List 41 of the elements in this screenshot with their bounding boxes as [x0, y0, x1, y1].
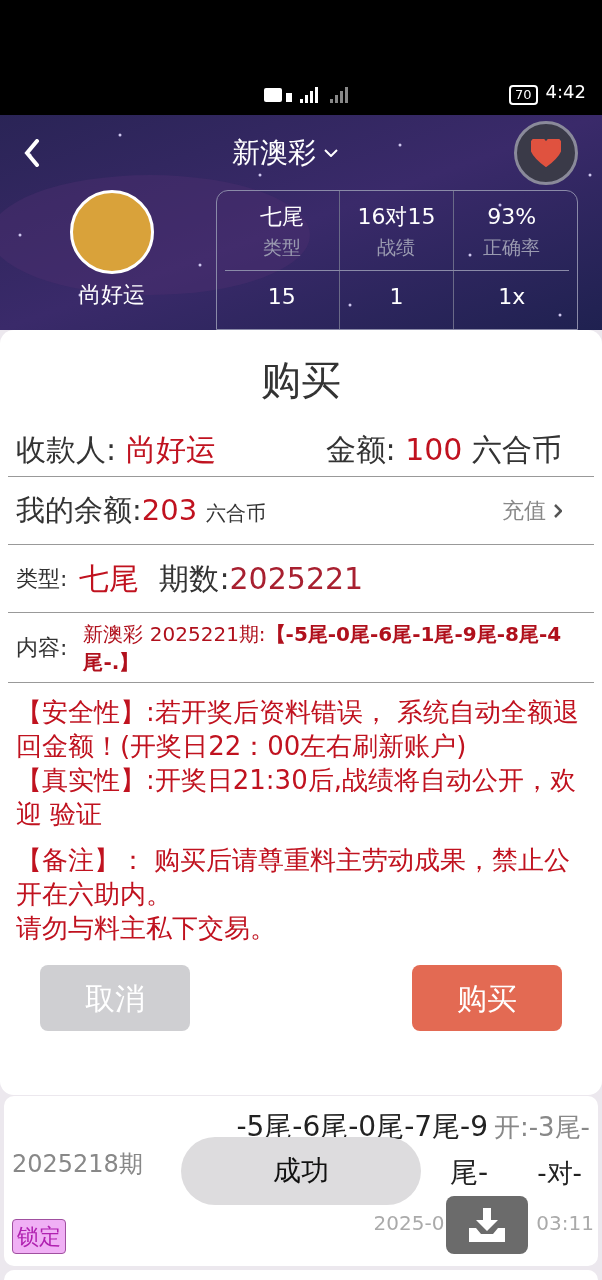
- result-text: -对-: [537, 1157, 583, 1190]
- stat-value: 七尾: [259, 202, 304, 231]
- stat-label: 类型: [262, 234, 301, 260]
- notice-text: 【备注】： 购买后请尊重料主劳动成果，禁止公开在六助内。: [16, 844, 572, 911]
- download-icon: [467, 1208, 507, 1242]
- notice-text: 【真实性】:开奖日21:30后,战绩将自动公开，欢迎 验证: [16, 764, 577, 831]
- record-content: 尾-: [449, 1155, 489, 1191]
- period-label: 期数:2025221: [159, 560, 364, 598]
- recharge-link[interactable]: 充值: [502, 494, 562, 527]
- clock: 4:42: [545, 80, 586, 104]
- notice-text: 请勿与料主私下交易。: [16, 912, 277, 945]
- stat-value: 16对15: [357, 202, 436, 231]
- content-text: 新澳彩 2025221期:【-5尾-0尾-6尾-1尾-9尾-8尾-4尾-.】: [83, 620, 563, 676]
- stat-label: 战绩: [377, 234, 416, 260]
- stat-value: 15: [267, 283, 296, 311]
- chevron-down-icon: [324, 148, 338, 157]
- amount-label: 金额: 100 六合币: [325, 430, 562, 469]
- payee-label: 收款人: 尚好运: [16, 430, 216, 469]
- balance-label: 我的余额:203 六合币: [16, 491, 267, 529]
- result-text: 开:-3尾-: [493, 1111, 590, 1144]
- chevron-right-icon: [554, 503, 562, 518]
- download-button[interactable]: [446, 1196, 528, 1254]
- dialog-title: 购买: [261, 356, 341, 405]
- type-value: 七尾: [79, 560, 140, 598]
- content-label: 内容:: [16, 634, 68, 662]
- user-name: 尚好运: [79, 281, 145, 309]
- status-badge: 锁定: [12, 1219, 66, 1254]
- record-time: 03:11: [536, 1210, 594, 1237]
- buy-button[interactable]: 购买: [412, 965, 562, 1031]
- stat-label: 正确率: [483, 234, 541, 260]
- record-period: 2025218期: [12, 1149, 144, 1180]
- notice-text: 【安全性】:若开奖后资料错误， 系统自动全额退回金额！(开奖日22：00左右刷新账户): [16, 696, 581, 763]
- heart-icon: [531, 138, 561, 167]
- page-title[interactable]: 新澳彩: [232, 131, 316, 174]
- battery-level: 70: [509, 85, 538, 105]
- stat-value: 1x: [498, 283, 526, 311]
- stat-value: 1: [389, 283, 404, 311]
- record-time: 2025-0: [373, 1210, 445, 1237]
- stat-value: 93%: [487, 202, 537, 231]
- back-icon: [24, 138, 40, 167]
- type-label: 类型:: [16, 565, 68, 593]
